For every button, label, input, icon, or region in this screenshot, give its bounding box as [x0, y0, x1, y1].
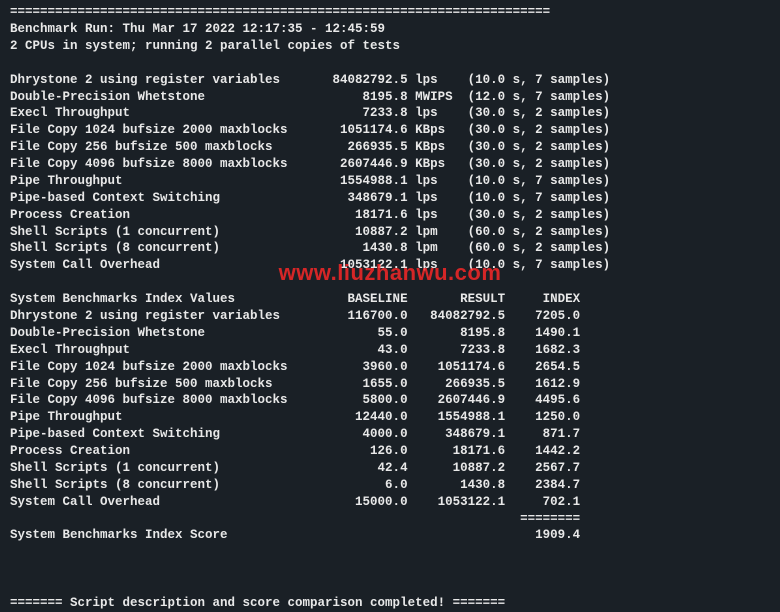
index-row: Dhrystone 2 using register variables 116…	[10, 308, 770, 325]
spacer	[10, 561, 770, 578]
result-row: System Call Overhead 1053122.1 lps (10.0…	[10, 257, 770, 274]
result-row: File Copy 256 bufsize 500 maxblocks 2669…	[10, 139, 770, 156]
index-row: Shell Scripts (8 concurrent) 6.0 1430.8 …	[10, 477, 770, 494]
result-row: Shell Scripts (8 concurrent) 1430.8 lpm …	[10, 240, 770, 257]
result-row: Shell Scripts (1 concurrent) 10887.2 lpm…	[10, 224, 770, 241]
footer-message: ======= Script description and score com…	[10, 595, 770, 612]
result-row: Pipe Throughput 1554988.1 lps (10.0 s, 7…	[10, 173, 770, 190]
index-header: System Benchmarks Index Values BASELINE …	[10, 291, 770, 308]
index-row: File Copy 256 bufsize 500 maxblocks 1655…	[10, 376, 770, 393]
cpu-info: 2 CPUs in system; running 2 parallel cop…	[10, 38, 770, 55]
index-row: Process Creation 126.0 18171.6 1442.2	[10, 443, 770, 460]
index-row: Pipe Throughput 12440.0 1554988.1 1250.0	[10, 409, 770, 426]
result-row: Execl Throughput 7233.8 lps (30.0 s, 2 s…	[10, 105, 770, 122]
result-row: Double-Precision Whetstone 8195.8 MWIPS …	[10, 89, 770, 106]
index-row: System Call Overhead 15000.0 1053122.1 7…	[10, 494, 770, 511]
results-block: Dhrystone 2 using register variables 840…	[10, 72, 770, 275]
index-row: Shell Scripts (1 concurrent) 42.4 10887.…	[10, 460, 770, 477]
index-block: System Benchmarks Index Values BASELINE …	[10, 291, 770, 510]
spacer	[10, 55, 770, 72]
score-line: System Benchmarks Index Score 1909.4	[10, 527, 770, 544]
result-row: File Copy 1024 bufsize 2000 maxblocks 10…	[10, 122, 770, 139]
benchmark-run-info: Benchmark Run: Thu Mar 17 2022 12:17:35 …	[10, 21, 770, 38]
index-row: Execl Throughput 43.0 7233.8 1682.3	[10, 342, 770, 359]
spacer	[10, 578, 770, 595]
index-row: Double-Precision Whetstone 55.0 8195.8 1…	[10, 325, 770, 342]
index-row: File Copy 4096 bufsize 8000 maxblocks 58…	[10, 392, 770, 409]
index-row: Pipe-based Context Switching 4000.0 3486…	[10, 426, 770, 443]
result-row: Process Creation 18171.6 lps (30.0 s, 2 …	[10, 207, 770, 224]
spacer	[10, 274, 770, 291]
result-row: File Copy 4096 bufsize 8000 maxblocks 26…	[10, 156, 770, 173]
divider-top: ========================================…	[10, 4, 770, 21]
score-separator: ========	[10, 511, 770, 528]
index-row: File Copy 1024 bufsize 2000 maxblocks 39…	[10, 359, 770, 376]
result-row: Pipe-based Context Switching 348679.1 lp…	[10, 190, 770, 207]
result-row: Dhrystone 2 using register variables 840…	[10, 72, 770, 89]
